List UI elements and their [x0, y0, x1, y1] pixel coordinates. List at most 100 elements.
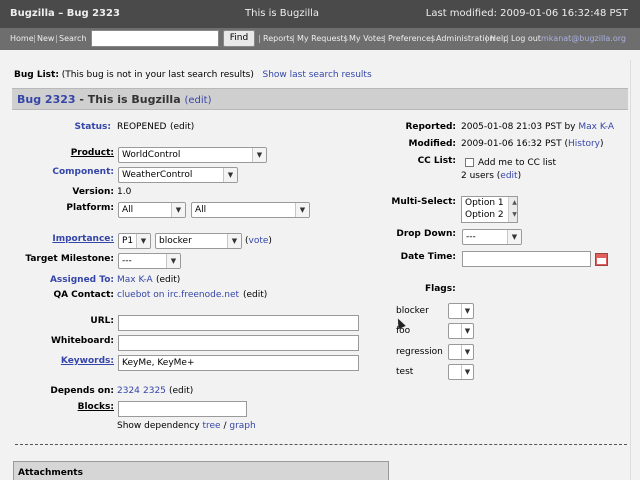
vote-link[interactable]: vote [249, 236, 269, 246]
platform-os-select[interactable]: All ▼ [191, 202, 310, 218]
assigned-to-link[interactable]: Max K-A [117, 275, 153, 285]
multi-select-listbox[interactable]: Option 1 Option 2 ▲ ▼ [461, 196, 518, 223]
nav-separator: | [383, 34, 386, 43]
find-button[interactable]: Find [223, 30, 255, 47]
dependency-graph-link[interactable]: graph [229, 421, 255, 431]
platform-hardware-value: All [122, 205, 134, 215]
qa-contact-label: QA Contact: [53, 290, 114, 300]
window-title: Bugzilla – Bug 2323 [10, 8, 120, 19]
chevron-down-icon: ▼ [171, 203, 185, 217]
component-label[interactable]: Component: [52, 167, 114, 177]
target-milestone-value: --- [122, 256, 132, 266]
quick-search-input[interactable] [91, 30, 219, 47]
status-label[interactable]: Status: [74, 122, 111, 132]
flag-select[interactable]: ▼ [448, 323, 474, 339]
dependency-tree-link[interactable]: tree [202, 421, 220, 431]
nav-my-requests-link[interactable]: My Requests [297, 34, 348, 43]
add-me-to-cc-label: Add me to CC list [478, 158, 556, 168]
depends-on-bug-link[interactable]: 2325 [143, 386, 166, 396]
nav-preferences-link[interactable]: Preferences [388, 34, 435, 43]
version-label: Version: [72, 187, 114, 197]
target-milestone-label: Target Milestone: [25, 254, 114, 264]
scroll-down-icon[interactable]: ▼ [512, 209, 517, 221]
drop-down-label: Drop Down: [396, 229, 456, 239]
drop-down-select[interactable]: --- ▼ [462, 229, 522, 245]
nav-my-votes-link[interactable]: My Votes [349, 34, 385, 43]
show-dependency-text: Show dependency [117, 421, 200, 431]
qa-contact-link[interactable]: cluebot on irc.freenode.net [117, 290, 239, 300]
nav-reports-link[interactable]: Reports [263, 34, 294, 43]
history-link[interactable]: History [568, 139, 600, 149]
page-edge [630, 60, 631, 480]
bug-header: Bug 2323 - This is Bugzilla (edit) [12, 88, 628, 110]
last-modified: Last modified: 2009-01-06 16:32:48 PST [425, 8, 628, 19]
severity-value: blocker [159, 236, 192, 246]
cc-users-count: 2 users [461, 171, 494, 181]
nav-logout-link[interactable]: Log out [511, 34, 541, 43]
reported-label: Reported: [405, 122, 456, 132]
flag-select[interactable]: ▼ [448, 364, 474, 380]
flags-label: Flags: [425, 284, 456, 294]
nav-separator: | [344, 34, 347, 43]
qa-edit-link[interactable]: (edit) [243, 290, 267, 300]
product-value: WorldControl [122, 150, 181, 160]
bug-list-label: Bug List: [14, 70, 59, 80]
nav-search-link[interactable]: Search [59, 34, 86, 43]
nav-home-link[interactable]: Home [10, 34, 34, 43]
nav-new-link[interactable]: New [37, 34, 54, 43]
blocks-label: Blocks: [77, 402, 114, 412]
platform-hardware-select[interactable]: All ▼ [118, 202, 186, 218]
product-select[interactable]: WorldControl ▼ [118, 147, 267, 163]
flag-select[interactable]: ▼ [448, 344, 474, 360]
component-select[interactable]: WeatherControl ▼ [118, 167, 238, 183]
reported-date: 2005-01-08 21:03 PST by [461, 122, 576, 132]
keywords-input[interactable]: KeyMe, KeyMe+ [118, 355, 359, 371]
nav-separator: | [431, 34, 434, 43]
flag-select[interactable]: ▼ [448, 303, 474, 319]
vote-wrapper: (vote) [245, 236, 272, 246]
severity-select[interactable]: blocker ▼ [155, 233, 242, 249]
platform-label: Platform: [66, 203, 114, 213]
depends-on-bug-link[interactable]: 2324 [117, 386, 140, 396]
show-last-search-link[interactable]: Show last search results [262, 70, 371, 80]
whiteboard-input[interactable] [118, 335, 359, 351]
status-value: REOPENED [117, 122, 167, 132]
whiteboard-label: Whiteboard: [50, 336, 114, 346]
reporter-link[interactable]: Max K-A [578, 122, 614, 132]
flag-name: regression [396, 347, 443, 357]
importance-label[interactable]: Importance: [52, 234, 114, 244]
bug-summary: - This is Bugzilla [75, 93, 181, 106]
chevron-down-icon: ▼ [295, 203, 309, 217]
bug-id-link[interactable]: Bug 2323 [17, 93, 76, 106]
blocks-input[interactable] [118, 401, 247, 417]
nav-separator: | [506, 34, 509, 43]
chevron-down-icon: ▼ [461, 365, 473, 379]
bug-title-edit-link[interactable]: (edit) [184, 95, 211, 106]
scroll-up-icon[interactable]: ▲ [512, 197, 517, 209]
depends-edit-link[interactable]: (edit) [169, 386, 193, 396]
assigned-to-label[interactable]: Assigned To: [50, 275, 114, 285]
attachments-header: Attachments [13, 461, 389, 480]
priority-select[interactable]: P1 ▼ [118, 233, 151, 249]
nav-separator: | [258, 34, 261, 43]
section-divider [15, 444, 627, 445]
date-time-input[interactable] [462, 251, 591, 267]
bug-title: Bug 2323 - This is Bugzilla (edit) [17, 93, 212, 106]
user-email: mkanat@bugzilla.org [541, 34, 626, 43]
flag-name: blocker [396, 306, 429, 316]
priority-value: P1 [122, 236, 134, 246]
calendar-icon[interactable] [595, 253, 608, 266]
assigned-edit-link[interactable]: (edit) [156, 275, 180, 285]
cc-list-label: CC List: [417, 156, 456, 166]
target-milestone-select[interactable]: --- ▼ [118, 253, 181, 269]
listbox-scrollbar[interactable]: ▲ ▼ [508, 197, 517, 222]
nav-separator: | [292, 34, 295, 43]
keywords-label[interactable]: Keywords: [61, 356, 114, 366]
multi-select-label: Multi-Select: [391, 197, 456, 207]
add-me-to-cc-checkbox[interactable] [465, 158, 474, 167]
date-time-label: Date Time: [400, 252, 456, 262]
cc-edit-link[interactable]: edit [500, 171, 517, 181]
url-input[interactable] [118, 315, 359, 331]
status-edit-link[interactable]: (edit) [170, 122, 194, 132]
url-label: URL: [90, 316, 114, 326]
